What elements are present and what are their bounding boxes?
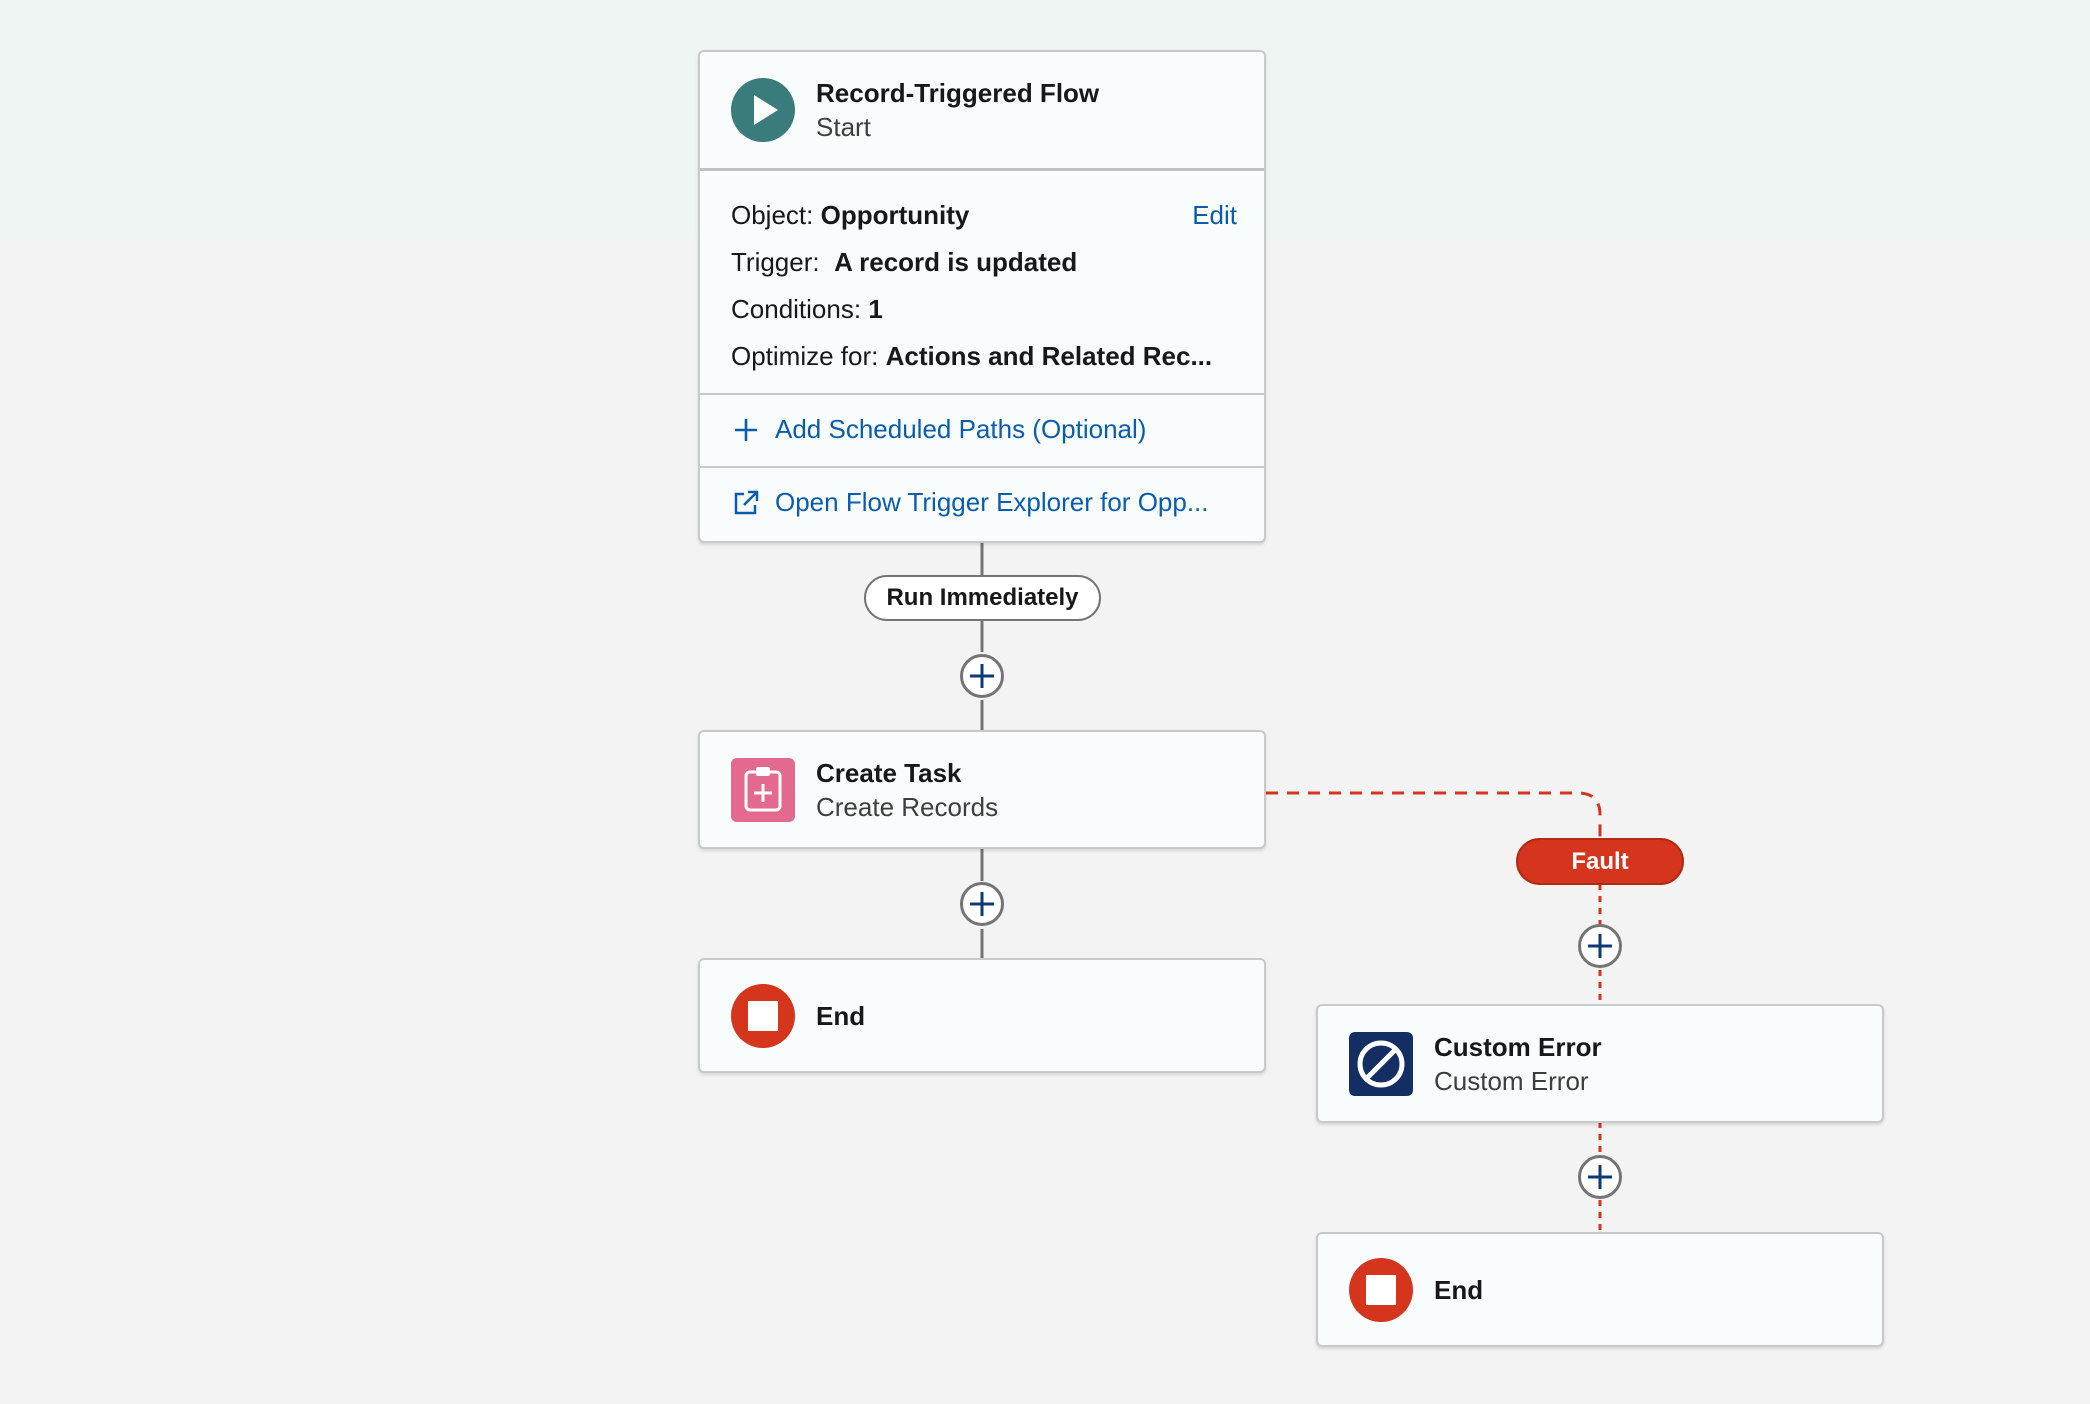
create-task-node[interactable]: Create Task Create Records xyxy=(698,730,1266,849)
start-node[interactable]: Record-Triggered Flow Start Object: Oppo… xyxy=(698,50,1266,543)
end-node-main-header: End xyxy=(700,960,1264,1071)
object-label: Object: xyxy=(731,200,814,230)
object-row: Object: Opportunity xyxy=(731,200,969,231)
optimize-label: Optimize for: xyxy=(731,341,879,371)
end-node-fault-header: End xyxy=(1318,1234,1882,1345)
run-immediately-label[interactable]: Run Immediately xyxy=(864,575,1101,621)
add-element-button[interactable] xyxy=(1578,1155,1622,1199)
add-scheduled-paths-label: Add Scheduled Paths (Optional) xyxy=(775,414,1147,444)
start-node-header: Record-Triggered Flow Start xyxy=(700,52,1264,168)
add-element-button[interactable] xyxy=(1578,924,1622,968)
conditions-value: 1 xyxy=(868,294,883,324)
external-link-icon xyxy=(731,488,761,518)
fault-label[interactable]: Fault xyxy=(1516,838,1684,885)
plus-icon xyxy=(970,664,994,688)
scheduled-paths-divider xyxy=(700,393,1264,395)
custom-error-header: Custom Error Custom Error xyxy=(1318,1006,1882,1121)
create-task-header: Create Task Create Records xyxy=(700,732,1264,847)
custom-error-node[interactable]: Custom Error Custom Error xyxy=(1316,1004,1884,1123)
end-node-fault[interactable]: End xyxy=(1316,1232,1884,1347)
play-icon xyxy=(731,78,795,142)
custom-error-subtitle: Custom Error xyxy=(1434,1065,1589,1096)
stop-icon xyxy=(731,983,795,1048)
start-node-title: Record-Triggered Flow xyxy=(816,78,1100,108)
start-node-subtitle: Start xyxy=(816,112,871,142)
edit-link[interactable]: Edit xyxy=(1192,200,1237,231)
create-task-title: Create Task xyxy=(816,757,962,788)
stop-icon xyxy=(1349,1257,1413,1322)
add-element-button[interactable] xyxy=(960,882,1004,926)
trigger-value: A record is updated xyxy=(834,247,1078,277)
end-node-fault-title: End xyxy=(1434,1274,1484,1305)
add-scheduled-paths-link[interactable]: Add Scheduled Paths (Optional) xyxy=(731,414,1146,445)
optimize-value: Actions and Related Rec... xyxy=(885,341,1213,371)
open-flow-trigger-explorer-label: Open Flow Trigger Explorer for Opp... xyxy=(775,487,1209,517)
connector-fault-branch xyxy=(1266,791,1602,838)
add-element-button[interactable] xyxy=(960,654,1004,698)
conditions-label: Conditions: xyxy=(731,294,862,324)
conditions-row: Conditions: 1 xyxy=(731,294,883,325)
plus-icon xyxy=(1588,1165,1612,1189)
clipboard-plus-icon xyxy=(731,757,795,822)
trigger-row: Trigger: A record is updated xyxy=(731,247,1077,278)
plus-icon xyxy=(731,415,761,445)
trigger-label: Trigger: xyxy=(731,247,820,277)
start-node-divider xyxy=(700,168,1264,171)
plus-icon xyxy=(1588,934,1612,958)
end-node-main[interactable]: End xyxy=(698,958,1266,1073)
optimize-row: Optimize for: Actions and Related Rec... xyxy=(731,341,1212,372)
plus-icon xyxy=(970,892,994,916)
object-value: Opportunity xyxy=(820,200,970,230)
explorer-divider xyxy=(700,466,1264,468)
open-flow-trigger-explorer-link[interactable]: Open Flow Trigger Explorer for Opp... xyxy=(731,487,1209,518)
create-task-subtitle: Create Records xyxy=(816,791,999,822)
block-icon xyxy=(1349,1031,1413,1096)
custom-error-title: Custom Error xyxy=(1434,1031,1602,1062)
end-node-main-title: End xyxy=(816,1000,866,1031)
